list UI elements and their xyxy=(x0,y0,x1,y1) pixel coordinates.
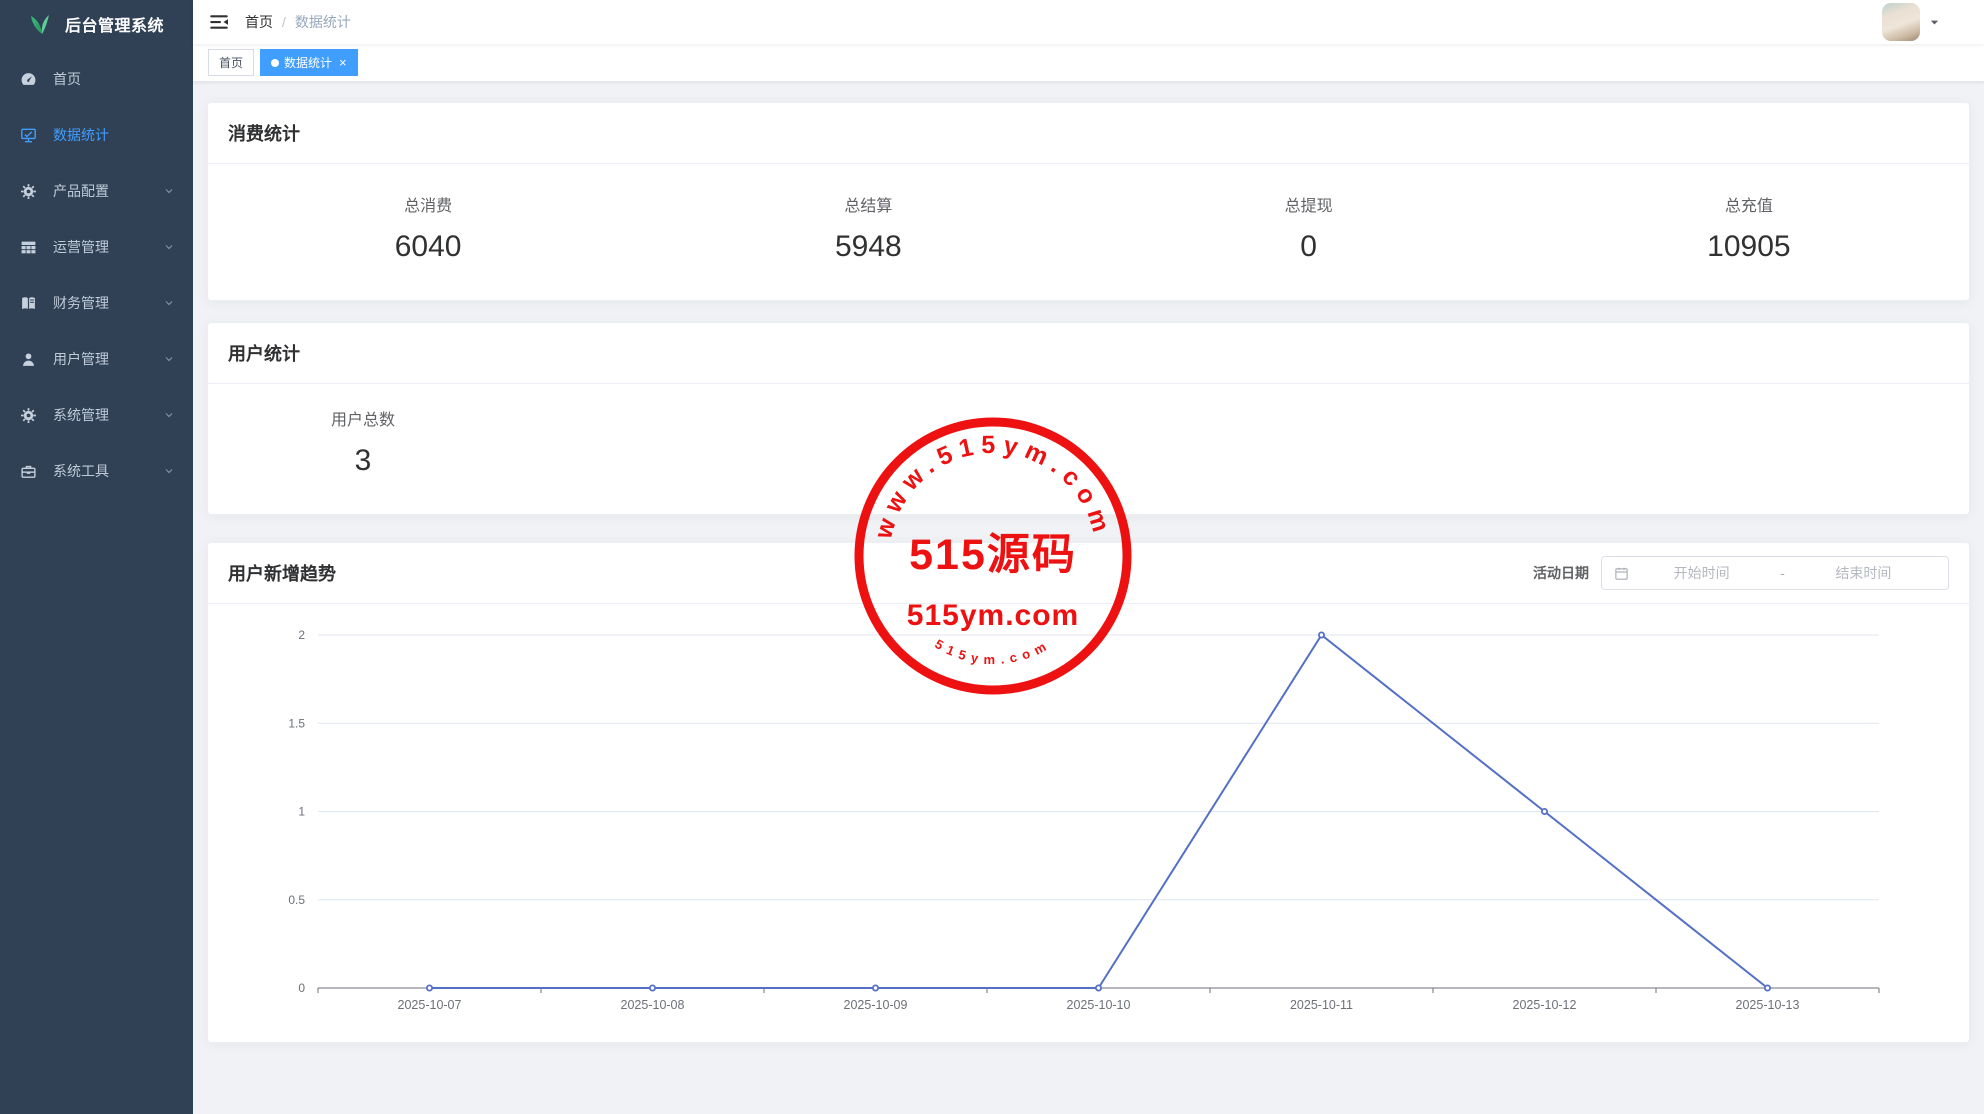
gear-icon xyxy=(20,407,37,424)
user-stats-card: 用户统计 用户总数 3 xyxy=(207,322,1970,515)
chevron-down-icon xyxy=(163,353,175,365)
stat-value: 5948 xyxy=(648,230,1088,264)
svg-text:2025-10-12: 2025-10-12 xyxy=(1513,998,1577,1012)
stat-total-settlement: 总结算 5948 xyxy=(648,192,1088,264)
table-icon xyxy=(20,239,37,256)
caret-down-icon[interactable] xyxy=(1929,17,1940,28)
stat-label: 用户总数 xyxy=(208,406,518,430)
chart-monitor-icon xyxy=(20,127,37,144)
sidebar-item-statistics[interactable]: 数据统计 xyxy=(0,107,193,163)
close-icon[interactable]: × xyxy=(339,56,347,69)
svg-text:0.5: 0.5 xyxy=(288,893,305,907)
stat-value: 0 xyxy=(1089,230,1529,264)
chevron-down-icon xyxy=(163,465,175,477)
chevron-down-icon xyxy=(163,185,175,197)
sidebar-item-users[interactable]: 用户管理 xyxy=(0,331,193,387)
breadcrumb-separator: / xyxy=(282,14,286,30)
sidebar-menu: 首页 数据统计 产品配置 xyxy=(0,47,193,499)
breadcrumb: 首页 / 数据统计 xyxy=(245,12,351,32)
tag-home[interactable]: 首页 xyxy=(208,49,254,76)
tags-view-bar: 首页 数据统计 × xyxy=(193,44,1984,82)
user-stats: 用户总数 3 xyxy=(208,384,1969,514)
toolbox-icon xyxy=(20,463,37,480)
sidebar-item-operations[interactable]: 运营管理 xyxy=(0,219,193,275)
ledger-icon xyxy=(20,295,37,312)
stat-label: 总结算 xyxy=(648,192,1088,216)
sidebar-item-label: 运营管理 xyxy=(53,237,163,257)
stat-label: 总充值 xyxy=(1529,192,1969,216)
svg-text:2: 2 xyxy=(298,628,305,642)
main-area: 首页 / 数据统计 首页 数据统计 × 消费统计 总消费 60 xyxy=(193,0,1984,1114)
chevron-down-icon xyxy=(163,409,175,421)
tag-label: 首页 xyxy=(219,54,243,71)
navbar-right xyxy=(1882,3,1968,41)
sidebar-item-label: 产品配置 xyxy=(53,181,163,201)
date-filter-label: 活动日期 xyxy=(1533,563,1589,583)
breadcrumb-current: 数据统计 xyxy=(295,12,351,32)
sidebar-item-label: 用户管理 xyxy=(53,349,163,369)
stat-total-users: 用户总数 3 xyxy=(208,406,518,478)
tag-label: 数据统计 xyxy=(284,54,332,71)
range-separator: - xyxy=(1774,565,1791,581)
stat-value: 3 xyxy=(208,444,518,478)
start-date-input[interactable]: 开始时间 xyxy=(1629,563,1774,583)
svg-text:2025-10-10: 2025-10-10 xyxy=(1067,998,1131,1012)
card-title: 用户新增趋势 xyxy=(228,560,336,586)
svg-text:1.5: 1.5 xyxy=(288,716,305,730)
date-filter: 活动日期 开始时间 - 结束时间 xyxy=(1533,556,1949,590)
app-logo[interactable]: 后台管理系统 xyxy=(0,0,193,47)
date-range-picker[interactable]: 开始时间 - 结束时间 xyxy=(1601,556,1949,590)
leaf-logo-icon xyxy=(29,13,55,35)
stat-label: 总消费 xyxy=(208,192,648,216)
calendar-icon xyxy=(1614,566,1629,581)
stat-total-withdrawal: 总提现 0 xyxy=(1089,192,1529,264)
svg-text:2025-10-13: 2025-10-13 xyxy=(1736,998,1800,1012)
chevron-down-icon xyxy=(163,297,175,309)
sidebar-item-product-config[interactable]: 产品配置 xyxy=(0,163,193,219)
svg-text:2025-10-09: 2025-10-09 xyxy=(844,998,908,1012)
card-title: 消费统计 xyxy=(208,103,1969,164)
sidebar: 后台管理系统 首页 数据统计 xyxy=(0,0,193,1114)
trend-chart-container: 0 0.5 1 1.5 2 2025-10-07 2025-10-08 2025-10-09 2… xyxy=(208,604,1969,1042)
sidebar-item-label: 财务管理 xyxy=(53,293,163,313)
consumption-stats: 总消费 6040 总结算 5948 总提现 0 总充值 10905 xyxy=(208,164,1969,300)
top-navbar: 首页 / 数据统计 xyxy=(193,0,1984,44)
sidebar-item-label: 数据统计 xyxy=(53,125,175,145)
card-title: 用户统计 xyxy=(208,323,1969,384)
breadcrumb-home[interactable]: 首页 xyxy=(245,12,273,32)
consumption-card: 消费统计 总消费 6040 总结算 5948 总提现 0 总充值 10905 xyxy=(207,102,1970,301)
svg-text:2025-10-11: 2025-10-11 xyxy=(1290,998,1353,1012)
svg-text:2025-10-08: 2025-10-08 xyxy=(621,998,685,1012)
stat-total-recharge: 总充值 10905 xyxy=(1529,192,1969,264)
sidebar-item-finance[interactable]: 财务管理 xyxy=(0,275,193,331)
dashboard-icon xyxy=(20,71,37,88)
svg-text:1: 1 xyxy=(298,805,305,819)
sidebar-item-label: 系统工具 xyxy=(53,461,163,481)
svg-text:2025-10-07: 2025-10-07 xyxy=(398,998,462,1012)
sidebar-item-system[interactable]: 系统管理 xyxy=(0,387,193,443)
chevron-down-icon xyxy=(163,241,175,253)
sidebar-item-label: 首页 xyxy=(53,69,175,89)
stat-label: 总提现 xyxy=(1089,192,1529,216)
stat-total-consumption: 总消费 6040 xyxy=(208,192,648,264)
app-title: 后台管理系统 xyxy=(65,12,164,36)
gear-icon xyxy=(20,183,37,200)
sidebar-item-label: 系统管理 xyxy=(53,405,163,425)
sidebar-item-home[interactable]: 首页 xyxy=(0,51,193,107)
tag-statistics[interactable]: 数据统计 × xyxy=(260,49,358,76)
trend-line-chart: 0 0.5 1 1.5 2 2025-10-07 2025-10-08 2025-10-09 2… xyxy=(208,604,1969,1042)
sidebar-collapse-icon[interactable] xyxy=(209,12,229,32)
page-content: 消费统计 总消费 6040 总结算 5948 总提现 0 总充值 10905 xyxy=(193,82,1984,1114)
stat-value: 6040 xyxy=(208,230,648,264)
sidebar-item-tools[interactable]: 系统工具 xyxy=(0,443,193,499)
stat-value: 10905 xyxy=(1529,230,1969,264)
end-date-input[interactable]: 结束时间 xyxy=(1791,563,1936,583)
avatar[interactable] xyxy=(1882,3,1920,41)
trend-card-header: 用户新增趋势 活动日期 开始时间 - 结束时间 xyxy=(208,543,1969,604)
user-icon xyxy=(20,351,37,368)
trend-card: 用户新增趋势 活动日期 开始时间 - 结束时间 xyxy=(207,542,1970,1043)
active-dot xyxy=(271,59,279,67)
svg-text:0: 0 xyxy=(298,981,305,995)
